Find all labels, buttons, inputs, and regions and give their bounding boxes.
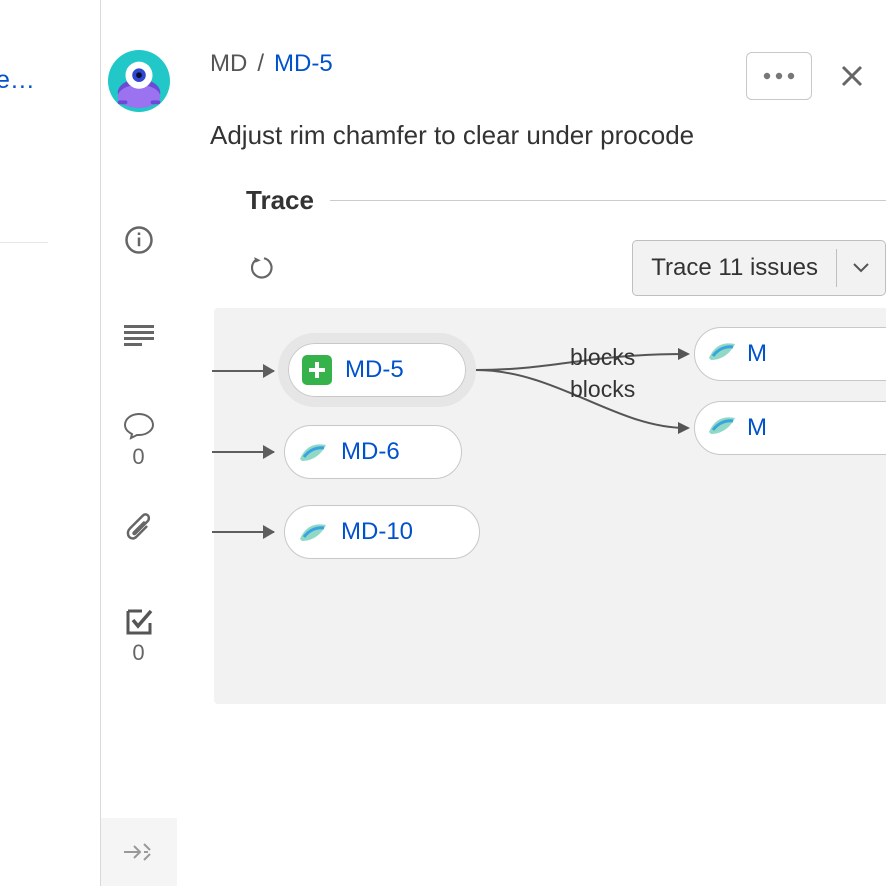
close-icon[interactable] bbox=[832, 56, 872, 96]
leaf-icon bbox=[707, 412, 737, 445]
relation-label: blocks bbox=[570, 376, 635, 403]
more-actions-button[interactable] bbox=[746, 52, 812, 100]
section-divider bbox=[330, 200, 886, 201]
leaf-icon bbox=[297, 516, 329, 548]
collapse-panel-button[interactable] bbox=[101, 818, 177, 886]
section-label-trace: Trace bbox=[210, 185, 330, 216]
plus-icon bbox=[301, 354, 333, 386]
leaf-icon bbox=[297, 436, 329, 468]
attachment-icon[interactable] bbox=[119, 508, 159, 548]
chevron-down-icon[interactable] bbox=[837, 263, 885, 273]
node-key: MD-6 bbox=[341, 438, 400, 466]
breadcrumb-project[interactable]: MD bbox=[210, 50, 247, 78]
trace-issues-button[interactable]: Trace 11 issues bbox=[632, 240, 886, 296]
comments-icon[interactable] bbox=[119, 406, 159, 446]
breadcrumb-issue[interactable]: MD-5 bbox=[274, 50, 333, 78]
breadcrumb-sep: / bbox=[257, 50, 264, 78]
info-icon[interactable] bbox=[119, 220, 159, 260]
left-divider bbox=[0, 242, 48, 243]
avatar[interactable] bbox=[108, 50, 170, 112]
trace-node-partial[interactable]: M bbox=[694, 401, 886, 455]
node-key: MD-10 bbox=[341, 518, 413, 546]
trace-node-md-5[interactable]: MD-5 bbox=[288, 343, 466, 397]
sidebar: 0 0 bbox=[100, 0, 176, 886]
incoming-arrow bbox=[212, 370, 274, 372]
issue-title: Adjust rim chamfer to clear under procod… bbox=[210, 120, 886, 151]
leaf-icon bbox=[707, 338, 737, 371]
main-panel: MD / MD-5 Adjust rim chamfer to clear un… bbox=[176, 0, 886, 886]
incoming-arrow bbox=[212, 531, 274, 533]
trace-issues-label: Trace 11 issues bbox=[633, 254, 836, 282]
trace-node-md-6[interactable]: MD-6 bbox=[284, 425, 462, 479]
node-key-partial: M bbox=[747, 414, 767, 442]
relation-label: blocks bbox=[570, 344, 635, 371]
approvals-count: 0 bbox=[132, 640, 144, 666]
trace-graph: MD-5 MD-6 MD-10 blocks blocks bbox=[214, 308, 886, 704]
refresh-icon[interactable] bbox=[248, 252, 280, 284]
truncated-link[interactable]: e… bbox=[0, 66, 35, 95]
trace-node-md-10[interactable]: MD-10 bbox=[284, 505, 480, 559]
node-key: MD-5 bbox=[345, 356, 404, 384]
trace-node-partial[interactable]: M bbox=[694, 327, 886, 381]
approvals-icon[interactable] bbox=[119, 602, 159, 642]
description-icon[interactable] bbox=[119, 316, 159, 356]
incoming-arrow bbox=[212, 451, 274, 453]
node-key-partial: M bbox=[747, 340, 767, 368]
comments-count: 0 bbox=[132, 444, 144, 470]
